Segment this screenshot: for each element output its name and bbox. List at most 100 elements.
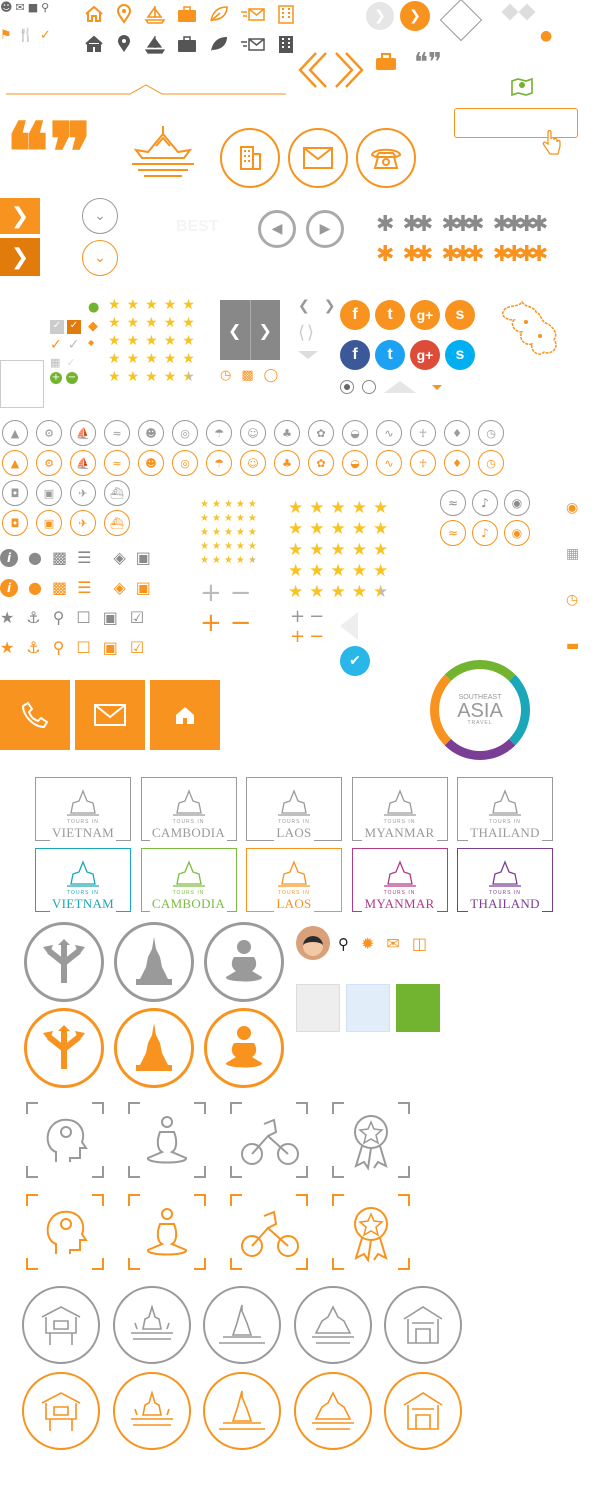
chevron-right-icon[interactable]: ❯ bbox=[324, 298, 336, 314]
star-rating-row[interactable]: ★ ★ ★ ★ ★ bbox=[288, 561, 388, 582]
star-rating-row[interactable]: ★ ★ ★ ★ ★ bbox=[200, 554, 257, 568]
star-rating-row[interactable]: ★ ★ ★ ★ ★ bbox=[288, 582, 388, 603]
mind-gears-frame[interactable] bbox=[26, 1194, 104, 1270]
mail-circle-button[interactable] bbox=[288, 128, 348, 188]
thai-temple-circle[interactable] bbox=[384, 1372, 462, 1450]
train-icon[interactable]: ▣ bbox=[36, 510, 62, 536]
star-rating-row[interactable]: ★ ★ ★ ★ ★ bbox=[288, 540, 388, 561]
next-circle-button[interactable]: ▶ bbox=[306, 210, 344, 248]
fast-mail-icon[interactable] bbox=[240, 4, 266, 24]
meditating-buddha-frame[interactable] bbox=[128, 1102, 206, 1178]
mail-icon[interactable]: ✉ bbox=[386, 934, 399, 953]
trekking-icon[interactable]: ☻ bbox=[138, 450, 164, 476]
cycling-icon[interactable]: ⚙ bbox=[36, 450, 62, 476]
gift-icon[interactable]: ◫ bbox=[412, 934, 427, 953]
restaurant-icon[interactable]: ♪ bbox=[472, 490, 498, 516]
buddha-circle-gray[interactable] bbox=[204, 922, 284, 1002]
meditating-buddha-frame[interactable] bbox=[128, 1194, 206, 1270]
balloon-icon[interactable]: ◉ bbox=[504, 520, 530, 546]
briefcase-icon[interactable] bbox=[176, 4, 198, 24]
add-circle-icon[interactable]: + bbox=[50, 372, 62, 384]
slider-next-button[interactable]: ❯ bbox=[251, 300, 281, 360]
minus-icon[interactable]: − bbox=[309, 606, 324, 627]
chevron-left-icon[interactable]: ❮ bbox=[298, 298, 310, 314]
home-icon[interactable] bbox=[84, 4, 104, 24]
home-tile-button[interactable] bbox=[150, 680, 220, 750]
hotel-circle-button[interactable] bbox=[220, 128, 280, 188]
person-1-icon[interactable]: ✱ bbox=[376, 242, 395, 267]
cyclo-rickshaw-frame[interactable] bbox=[230, 1194, 308, 1270]
car-icon[interactable]: ◘ bbox=[2, 510, 28, 536]
pagoda-circle-gray[interactable] bbox=[114, 922, 194, 1002]
tree-icon[interactable]: ♣ bbox=[274, 450, 300, 476]
star-rating-row[interactable]: ★ ★ ★ ★ ★ bbox=[108, 350, 195, 368]
tree-icon[interactable]: ♣ bbox=[274, 420, 300, 446]
checkbox-checked-orange[interactable]: ✓ bbox=[67, 320, 81, 334]
destination-badge-cambodia[interactable]: TOURS IN CAMBODIA bbox=[140, 848, 237, 912]
swimming-icon[interactable]: ∿ bbox=[376, 450, 402, 476]
building-icon[interactable] bbox=[276, 4, 296, 24]
googleplus-button[interactable]: g+ bbox=[410, 300, 440, 330]
stilt-house-circle[interactable] bbox=[22, 1286, 100, 1364]
mind-gears-frame[interactable] bbox=[26, 1102, 104, 1178]
star-rating-row[interactable]: ★ ★ ★ ★ ★ bbox=[108, 368, 195, 386]
plane-icon[interactable]: ✈ bbox=[70, 510, 96, 536]
search-icon[interactable]: ⚲ bbox=[338, 935, 349, 953]
buddha-circle-orange[interactable] bbox=[204, 1008, 284, 1088]
destination-badge-thailand[interactable]: TOURS IN THAILAND bbox=[457, 848, 553, 912]
route-choice-circle-gray[interactable] bbox=[24, 922, 104, 1002]
star-rating-row[interactable]: ★ ★ ★ ★ ★ bbox=[200, 498, 257, 512]
train-icon[interactable]: ▣ bbox=[36, 480, 62, 506]
stupa-circle[interactable] bbox=[203, 1286, 281, 1364]
chevron-down-button-orange[interactable]: ⌄ bbox=[82, 240, 118, 276]
minus-icon[interactable]: − bbox=[309, 626, 324, 647]
leaf-icon[interactable] bbox=[208, 34, 230, 54]
cyclo-rickshaw-frame[interactable] bbox=[230, 1102, 308, 1178]
plane-icon[interactable]: ✈ bbox=[70, 480, 96, 506]
sailboat-icon[interactable] bbox=[144, 4, 166, 24]
note-swatch-blue[interactable] bbox=[346, 984, 390, 1032]
rowing-icon[interactable]: ≈ bbox=[104, 450, 130, 476]
relic-icon[interactable]: ◎ bbox=[172, 450, 198, 476]
temple-circle[interactable] bbox=[293, 1372, 372, 1450]
facebook-button[interactable]: f bbox=[340, 340, 370, 370]
radio-selected[interactable] bbox=[340, 380, 354, 394]
stilt-house-circle[interactable] bbox=[22, 1372, 100, 1450]
angkor-wat-circle[interactable] bbox=[112, 1372, 191, 1450]
building-icon[interactable] bbox=[276, 34, 296, 54]
rowing-icon[interactable]: ≈ bbox=[104, 420, 130, 446]
history-icon[interactable]: ◷ bbox=[478, 450, 504, 476]
prev-circle-button[interactable]: ◀ bbox=[258, 210, 296, 248]
sailing-icon[interactable]: ⛵ bbox=[70, 420, 96, 446]
destination-badge-myanmar[interactable]: TOURS IN MYANMAR bbox=[351, 777, 448, 841]
chevron-down-button-gray[interactable]: ⌄ bbox=[82, 198, 118, 234]
angkor-wat-circle[interactable] bbox=[112, 1286, 191, 1364]
star-rating-row[interactable]: ★ ★ ★ ★ ★ bbox=[108, 296, 195, 314]
people-2-icon[interactable]: ✱✱ bbox=[402, 212, 433, 237]
yoga-icon[interactable]: ☥ bbox=[410, 420, 436, 446]
stupa-circle[interactable] bbox=[203, 1372, 281, 1450]
home-icon[interactable] bbox=[84, 34, 104, 54]
skype-button[interactable]: s bbox=[445, 300, 475, 330]
yoga-icon[interactable]: ☥ bbox=[410, 450, 436, 476]
award-icon[interactable]: ✹ bbox=[361, 934, 374, 953]
pagoda-circle-orange[interactable] bbox=[114, 1008, 194, 1088]
radio-unselected[interactable] bbox=[362, 380, 376, 394]
location-pin-icon[interactable] bbox=[114, 4, 134, 24]
phone-circle-button[interactable] bbox=[356, 128, 416, 188]
note-swatch-green[interactable] bbox=[396, 984, 440, 1032]
cycling-icon[interactable]: ⚙ bbox=[36, 420, 62, 446]
temple-circle[interactable] bbox=[293, 1286, 372, 1364]
people-4-icon[interactable]: ✱✱✱✱ bbox=[493, 212, 549, 237]
chevron-left-thin-icon[interactable]: ⟨ bbox=[298, 322, 305, 343]
mountain-icon[interactable]: ▲ bbox=[2, 450, 28, 476]
person-1-icon[interactable]: ✱ bbox=[376, 212, 395, 237]
arrow-tab-button[interactable]: ❯ bbox=[0, 198, 40, 234]
chevron-right-button[interactable]: ❯ bbox=[400, 1, 430, 31]
destination-badge-laos[interactable]: TOURS IN LAOS bbox=[246, 848, 342, 912]
people-3-icon[interactable]: ✱✱✱ bbox=[441, 242, 484, 267]
swimming-icon[interactable]: ∿ bbox=[376, 420, 402, 446]
checkbox-checked-gray[interactable]: ✓ bbox=[50, 320, 64, 334]
award-ribbon-frame[interactable] bbox=[332, 1194, 410, 1270]
people-2-icon[interactable]: ✱✱ bbox=[402, 242, 433, 267]
